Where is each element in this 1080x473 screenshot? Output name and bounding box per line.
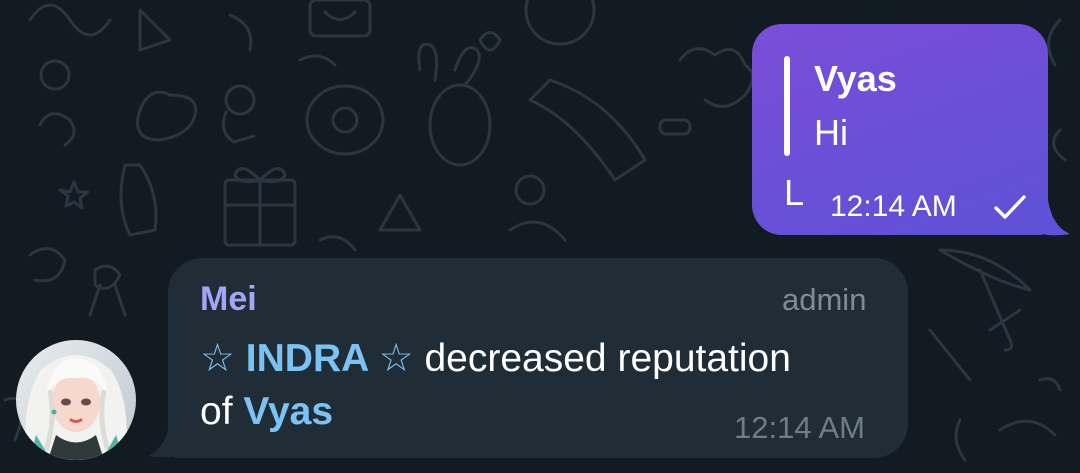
reply-quote-name[interactable]: Vyas — [814, 58, 897, 100]
incoming-message-line-1: ☆ INDRA ☆ decreased reputation — [200, 336, 791, 381]
mention-vyas[interactable]: Vyas — [243, 390, 333, 433]
outgoing-bubble-tail — [1030, 200, 1070, 236]
message-text-part-1: decreased reputation — [413, 337, 791, 380]
reply-quote-bar — [784, 56, 790, 156]
reply-quote-text[interactable]: Hi — [814, 112, 848, 154]
incoming-bubble-tail — [148, 420, 188, 458]
incoming-message-time: 12:14 AM — [734, 410, 865, 445]
sender-name[interactable]: Mei — [200, 280, 257, 319]
message-text-part-2: of — [200, 390, 244, 433]
mention-indra[interactable]: ☆ INDRA ☆ — [200, 337, 414, 380]
avatar-illustration — [16, 340, 136, 460]
admin-role-tag: admin — [782, 282, 867, 317]
outgoing-message-text: L — [784, 172, 805, 213]
single-check-icon — [994, 195, 1026, 219]
user-avatar[interactable] — [16, 340, 136, 460]
outgoing-message-time: 12:14 AM — [830, 190, 957, 223]
incoming-message-line-2: of Vyas — [200, 390, 333, 434]
